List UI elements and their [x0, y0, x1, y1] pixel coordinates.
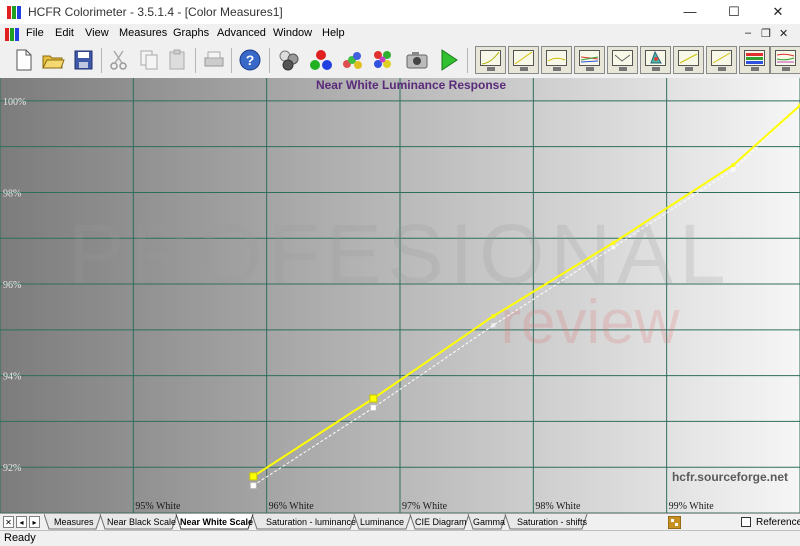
- menu-help[interactable]: Help: [322, 27, 345, 39]
- measured-data-point: [611, 240, 616, 245]
- near-black-graph-button[interactable]: [541, 46, 572, 74]
- toolbar-separator: [269, 48, 270, 73]
- x-tick-label: 96% White: [269, 501, 315, 512]
- tab-gamma[interactable]: Gamma: [473, 517, 505, 527]
- toolbar-separator: [467, 48, 468, 73]
- play-measure-icon[interactable]: [436, 47, 462, 73]
- gray-balls-icon[interactable]: [277, 47, 303, 73]
- menu-view[interactable]: View: [85, 27, 109, 39]
- status-text: Ready: [4, 532, 36, 544]
- window-title: HCFR Colorimeter - 3.5.1.4 - [Color Meas…: [28, 5, 283, 19]
- menu-bar: File Edit View Measures Graphs Advanced …: [0, 24, 800, 44]
- menu-advanced[interactable]: Advanced: [217, 27, 266, 39]
- open-folder-icon[interactable]: [40, 47, 66, 73]
- y-tick-label: 96%: [3, 280, 21, 291]
- menu-window[interactable]: Window: [273, 27, 312, 39]
- reference-checkbox[interactable]: [741, 517, 751, 527]
- x-tick-label: 95% White: [135, 501, 181, 512]
- new-document-icon[interactable]: [10, 47, 36, 73]
- tab-near-black-scale[interactable]: Near Black Scale: [107, 517, 176, 527]
- title-bar: HCFR Colorimeter - 3.5.1.4 - [Color Meas…: [0, 0, 800, 24]
- paste-icon[interactable]: [164, 47, 190, 73]
- mdi-restore-button[interactable]: ❐: [761, 27, 771, 40]
- measured-data-point: [369, 394, 378, 403]
- toolbar: ?: [0, 44, 800, 79]
- app-icon: [7, 6, 21, 19]
- menu-graphs[interactable]: Graphs: [173, 27, 209, 39]
- reference-data-point: [491, 323, 496, 328]
- y-tick-label: 100%: [3, 97, 26, 108]
- toolbar-separator: [101, 48, 102, 73]
- tab-saturation-shifts[interactable]: Saturation - shifts: [517, 517, 587, 527]
- near-white-graph-button[interactable]: [673, 46, 704, 74]
- watermark-bottom: review: [500, 288, 679, 357]
- close-sheet-button[interactable]: ✕: [3, 516, 14, 528]
- reference-label: Reference: [756, 517, 800, 528]
- watermark-top: PROFESIONAL: [68, 207, 731, 301]
- y-tick-label: 92%: [3, 463, 21, 474]
- tab-cie-diagram[interactable]: CIE Diagram: [415, 517, 467, 527]
- tab-near-white-scale[interactable]: Near White Scale: [180, 517, 253, 527]
- luminance-graph-button[interactable]: [508, 46, 539, 74]
- print-icon[interactable]: [201, 47, 227, 73]
- rgb-levels-graph-button[interactable]: [574, 46, 605, 74]
- rgb-balls-icon[interactable]: [308, 47, 334, 73]
- chart-title: Near White Luminance Response: [316, 78, 506, 92]
- hcfr-logo-icon: [668, 516, 681, 529]
- mdi-close-button[interactable]: ✕: [779, 27, 788, 40]
- menu-measures[interactable]: Measures: [119, 27, 167, 39]
- x-tick-label: 99% White: [669, 501, 715, 512]
- saturation-balls-icon[interactable]: [339, 47, 365, 73]
- measured-data-point: [491, 314, 496, 319]
- toolbar-separator: [231, 48, 232, 73]
- close-button[interactable]: ✕: [756, 0, 800, 24]
- gamma-graph-button[interactable]: [475, 46, 506, 74]
- document-icon: [5, 28, 19, 41]
- reference-data-point: [731, 167, 736, 172]
- cut-scissors-icon[interactable]: [106, 47, 132, 73]
- tab-measures[interactable]: Measures: [54, 517, 94, 527]
- tab-scroll-left-button[interactable]: ◂: [16, 516, 27, 528]
- menu-file[interactable]: File: [26, 27, 44, 39]
- tab-luminance[interactable]: Luminance: [360, 517, 404, 527]
- help-icon[interactable]: ?: [237, 47, 263, 73]
- saturation-graph-button[interactable]: [706, 46, 737, 74]
- toolbar-separator: [195, 48, 196, 73]
- measured-data-point: [249, 472, 258, 481]
- credit-text: hcfr.sourceforge.net: [672, 470, 788, 484]
- reference-data-point: [249, 482, 257, 490]
- x-tick-label: 98% White: [535, 501, 581, 512]
- tab-scroll-right-button[interactable]: ▸: [29, 516, 40, 528]
- status-bar: Ready: [0, 530, 800, 546]
- measured-data-point: [731, 163, 736, 167]
- multi-balls-icon[interactable]: [370, 47, 396, 73]
- y-tick-label: 94%: [3, 372, 21, 383]
- mdi-minimize-button[interactable]: –: [745, 27, 751, 39]
- color-temp-graph-button[interactable]: [739, 46, 770, 74]
- svg-text:?: ?: [246, 52, 255, 68]
- saturation-shift-graph-button[interactable]: [770, 46, 800, 74]
- near-white-luminance-chart: PROFESIONAL review Near White Luminance …: [0, 78, 800, 514]
- delta-e-graph-button[interactable]: [607, 46, 638, 74]
- minimize-button[interactable]: —: [668, 0, 712, 24]
- copy-icon[interactable]: [136, 47, 162, 73]
- menu-edit[interactable]: Edit: [55, 27, 74, 39]
- save-disk-icon[interactable]: [70, 47, 96, 73]
- camera-icon[interactable]: [404, 47, 430, 73]
- chart-area: PROFESIONAL review Near White Luminance …: [0, 78, 800, 514]
- reference-data-point: [369, 404, 377, 412]
- reference-data-point: [611, 245, 616, 250]
- tab-saturation-luminance[interactable]: Saturation - luminance: [266, 517, 356, 527]
- x-tick-label: 97% White: [402, 501, 448, 512]
- sheet-tabs-bar: ✕ ◂ ▸ Measures Near Black Scale Near Whi…: [0, 513, 800, 531]
- y-tick-label: 98%: [3, 188, 21, 199]
- maximize-button[interactable]: ☐: [712, 0, 756, 24]
- cie-diagram-button[interactable]: [640, 46, 671, 74]
